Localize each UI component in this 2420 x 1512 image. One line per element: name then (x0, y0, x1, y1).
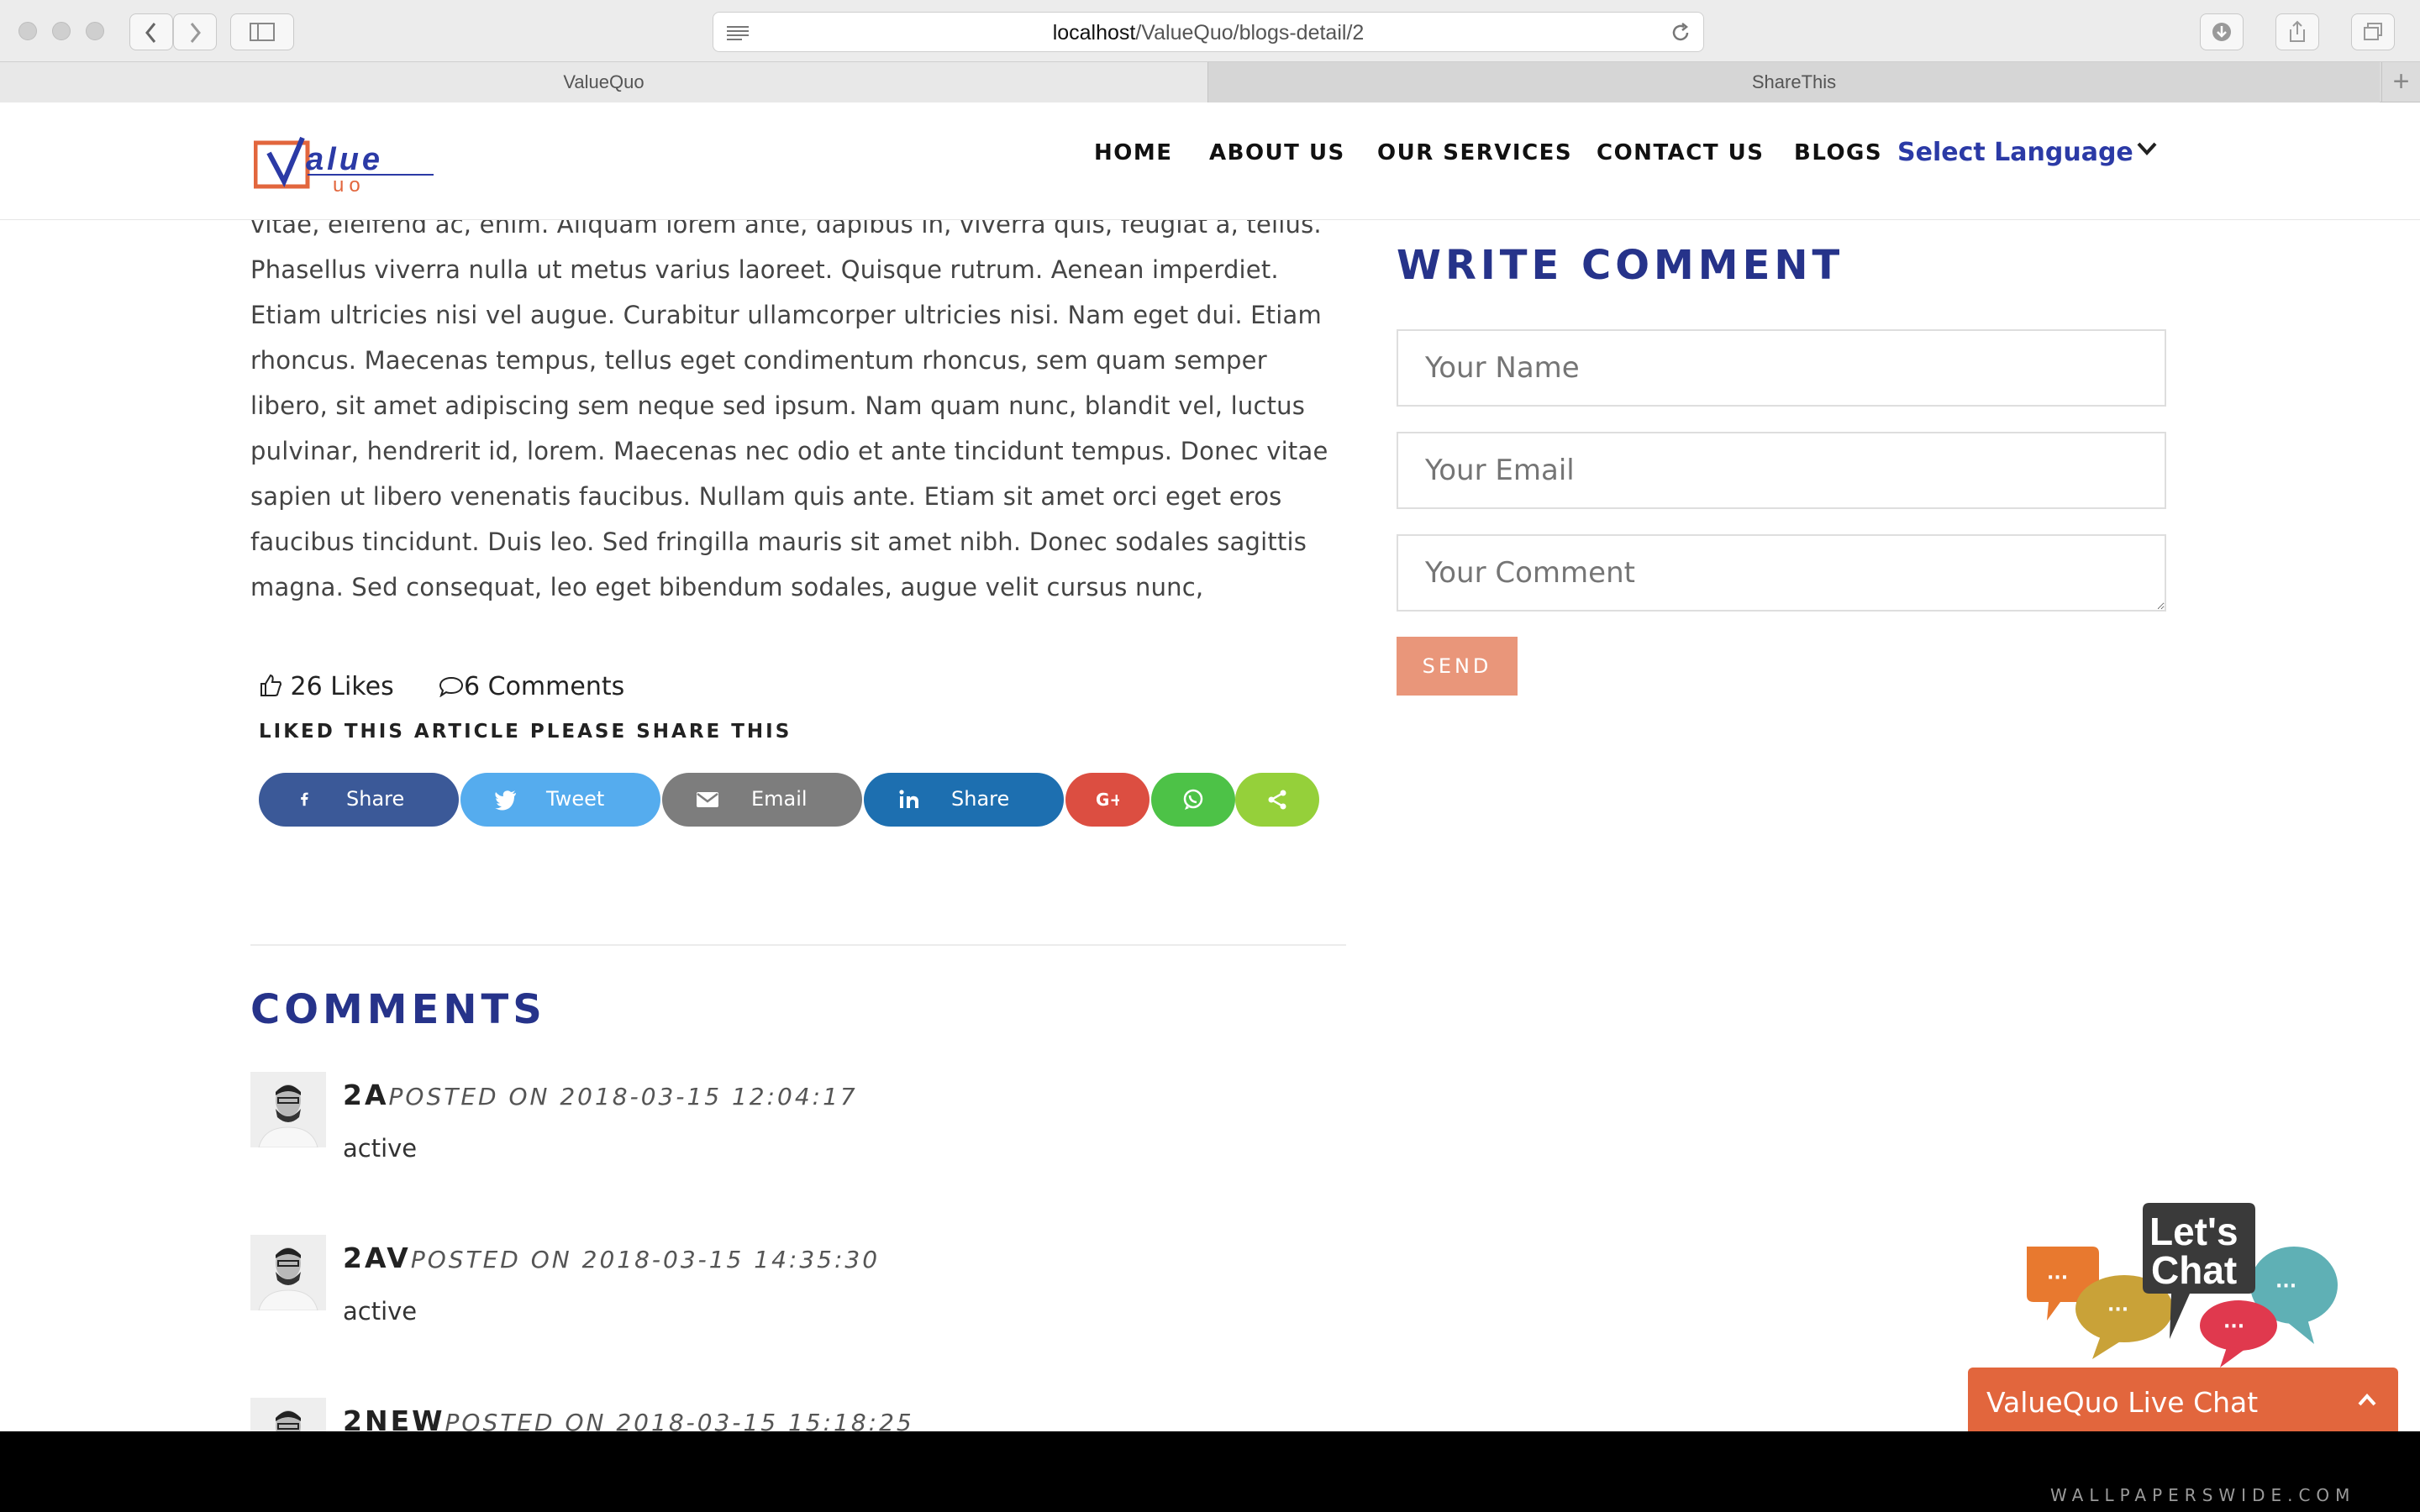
nav-blogs[interactable]: BLOGS (1794, 140, 1882, 165)
tabs-icon (2364, 23, 2382, 40)
linkedin-share-button[interactable]: Share (864, 773, 1064, 827)
svg-text:···: ··· (2223, 1316, 2244, 1337)
nav-home[interactable]: HOME (1094, 140, 1173, 165)
comment-date: POSTED ON 2018-03-15 12:04:17 (388, 1083, 858, 1110)
comments-count: 6 Comments (464, 672, 625, 701)
comment-text: active (343, 1297, 418, 1326)
share-prompt: LIKED THIS ARTICLE PLEASE SHARE THIS (259, 721, 792, 743)
chevron-up-icon[interactable] (2356, 1389, 2378, 1411)
comment-item: 2NEWPOSTED ON 2018-03-15 15:18:25 (250, 1398, 1343, 1431)
whatsapp-share-button[interactable] (1151, 773, 1235, 827)
sharethis-icon (1268, 790, 1286, 810)
facebook-share-button[interactable]: Share (259, 773, 459, 827)
live-chat-label: ValueQuo Live Chat (1986, 1386, 2259, 1419)
sidebar-icon (250, 23, 275, 41)
email-share-button[interactable]: Email (662, 773, 862, 827)
zoom-window-button[interactable] (86, 22, 104, 40)
downloads-button[interactable] (2200, 13, 2244, 50)
tabs-overview-button[interactable] (2351, 13, 2395, 50)
chevron-left-icon (145, 23, 156, 43)
web-page: alue uo HOME ABOUT US OUR SERVICES CONTA… (0, 102, 2420, 1431)
email-field[interactable] (1397, 432, 2166, 509)
svg-text:···: ··· (2047, 1268, 2068, 1289)
email-icon (697, 792, 718, 807)
svg-text:···: ··· (2275, 1276, 2296, 1297)
avatar (250, 1398, 326, 1431)
linkedin-icon (899, 790, 918, 808)
share-icon (2290, 20, 2305, 42)
comment-bubble-icon (439, 676, 464, 698)
google-plus-share-button[interactable]: G+ (1065, 773, 1150, 827)
chevron-down-icon[interactable] (2134, 136, 2160, 161)
chevron-right-icon (190, 23, 201, 43)
twitter-share-button[interactable]: Tweet (460, 773, 660, 827)
article-body: vitae, eleifend ac, enim. Aliquam lorem … (250, 210, 1328, 601)
write-comment-heading: WRITE COMMENT (1397, 242, 1844, 289)
twitter-icon (495, 790, 516, 811)
comment-date: POSTED ON 2018-03-15 14:35:30 (410, 1246, 881, 1273)
section-divider (250, 944, 1346, 946)
send-button[interactable]: SEND (1397, 637, 1518, 696)
likes-button[interactable]: 26 Likes (259, 672, 394, 701)
watermark-text: WALLPAPERSWIDE.COM (2050, 1485, 2356, 1505)
tab-sharethis[interactable]: ShareThis (1208, 62, 2380, 102)
svg-text:···: ··· (2107, 1299, 2128, 1320)
facebook-icon (301, 792, 308, 806)
comment-date: POSTED ON 2018-03-15 15:18:25 (445, 1409, 914, 1431)
new-tab-button[interactable]: + (2381, 62, 2420, 102)
comment-item: 2AVPOSTED ON 2018-03-15 14:35:30 active (250, 1235, 1343, 1378)
svg-text:alue: alue (306, 142, 383, 177)
minimize-window-button[interactable] (52, 22, 71, 40)
comments-count-link[interactable]: 6 Comments (439, 672, 624, 701)
language-select[interactable]: Select Language (1897, 138, 2133, 167)
reload-icon[interactable] (1670, 22, 1691, 44)
name-field[interactable] (1397, 329, 2166, 407)
whatsapp-icon (1183, 789, 1203, 810)
lets-chat-text-2: Chat (2151, 1248, 2237, 1292)
comment-field[interactable] (1397, 534, 2166, 612)
share-browser-button[interactable] (2275, 13, 2319, 50)
lets-chat-text-1: Let's (2149, 1210, 2238, 1253)
likes-count: 26 Likes (290, 672, 394, 701)
comment-text: active (343, 1134, 418, 1163)
forward-button[interactable] (173, 13, 217, 50)
close-window-button[interactable] (18, 22, 37, 40)
back-button[interactable] (129, 13, 173, 50)
svg-text:G+: G+ (1096, 790, 1119, 810)
sidebar-toggle-button[interactable] (230, 13, 294, 50)
thumbs-up-icon (260, 674, 281, 696)
nav-about-us[interactable]: ABOUT US (1209, 140, 1345, 165)
comment-item: 2APOSTED ON 2018-03-15 12:04:17 active (250, 1072, 1343, 1215)
url-text: localhost/ValueQuo/blogs-detail/2 (1052, 21, 1365, 45)
download-icon (2212, 23, 2231, 41)
avatar (250, 1072, 326, 1147)
comment-author: 2AVPOSTED ON 2018-03-15 14:35:30 (343, 1242, 881, 1274)
comments-heading: COMMENTS (250, 986, 546, 1033)
google-plus-icon: G+ (1096, 790, 1119, 810)
live-chat-bar[interactable]: ValueQuo Live Chat (1968, 1368, 2398, 1431)
tab-valuequo[interactable]: ValueQuo (0, 62, 1208, 102)
nav-contact-us[interactable]: CONTACT US (1597, 140, 1765, 165)
comment-author: 2APOSTED ON 2018-03-15 12:04:17 (343, 1079, 858, 1111)
site-header: alue uo HOME ABOUT US OUR SERVICES CONTA… (0, 102, 2420, 220)
comment-author: 2NEWPOSTED ON 2018-03-15 15:18:25 (343, 1404, 914, 1431)
avatar (250, 1235, 326, 1310)
address-bar[interactable]: localhost/ValueQuo/blogs-detail/2 (713, 12, 1704, 52)
nav-our-services[interactable]: OUR SERVICES (1377, 140, 1572, 165)
sharethis-share-button[interactable] (1235, 773, 1319, 827)
tab-bar: ValueQuo ShareThis + (0, 62, 2420, 102)
valuequo-logo[interactable]: alue uo (254, 133, 439, 198)
svg-text:uo: uo (333, 174, 366, 197)
browser-toolbar: localhost/ValueQuo/blogs-detail/2 (0, 0, 2420, 62)
